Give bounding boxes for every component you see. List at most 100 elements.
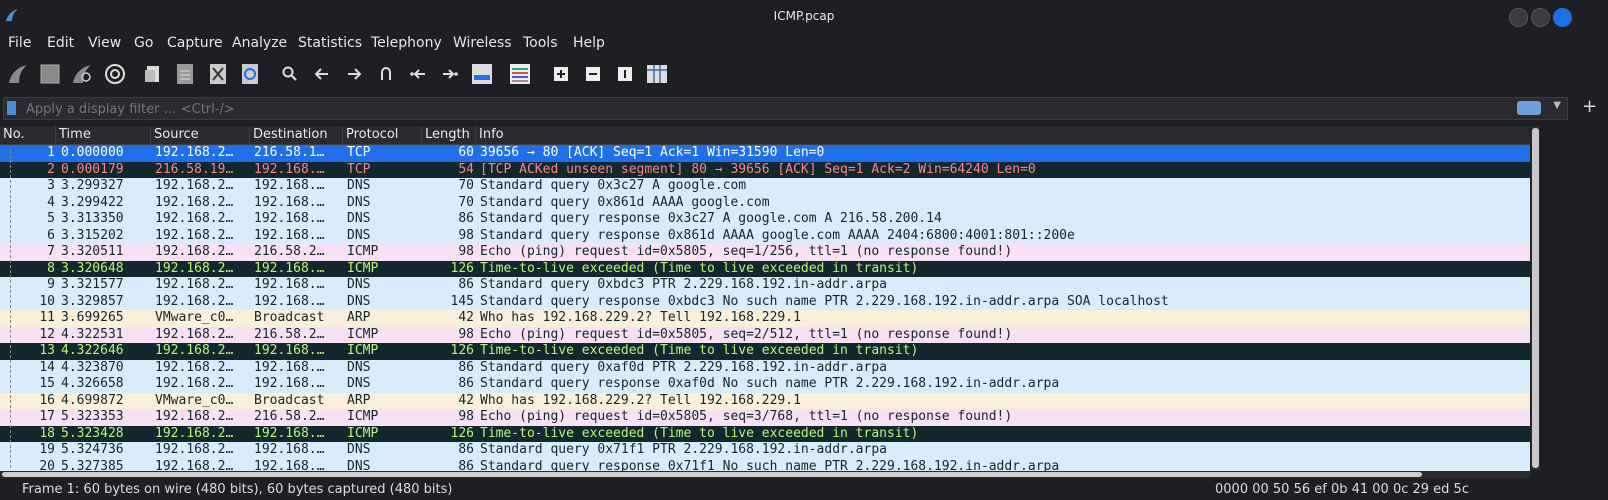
menu-go[interactable]: Go xyxy=(134,35,153,51)
minimize-button[interactable] xyxy=(1509,8,1528,27)
menu-tools[interactable]: Tools xyxy=(523,35,558,51)
packet-source: 192.168.2… xyxy=(155,211,234,226)
menu-wireless[interactable]: Wireless xyxy=(453,35,512,51)
menu-edit[interactable]: Edit xyxy=(47,35,74,51)
packet-protocol: DNS xyxy=(347,277,371,292)
table-row[interactable]: 19 5.324736 192.168.2… 192.168.… DNS 86 Standa… xyxy=(0,442,1530,459)
menu-capture[interactable]: Capture xyxy=(167,35,223,51)
table-row[interactable]: 16 4.699872 VMware_c0… Broadcast ARP 42 Who ha… xyxy=(0,392,1530,409)
table-row[interactable]: 5 3.313350 192.168.2… 192.168.… DNS 86 Standar… xyxy=(0,211,1530,228)
colorize-icon[interactable] xyxy=(508,62,532,86)
packet-no: 3 xyxy=(47,178,55,193)
packet-source: 192.168.2… xyxy=(155,359,234,375)
menu-statistics[interactable]: Statistics xyxy=(298,35,362,51)
zoom-out-icon[interactable] xyxy=(581,62,605,86)
forward-arrow-icon[interactable] xyxy=(342,62,366,86)
table-row[interactable]: 20 5.327385 192.168.2… 192.168.… DNS 86 Standa… xyxy=(0,458,1530,471)
table-row[interactable]: 1 0.000000 192.168.2… 216.58.1… TCP 60 39656 →… xyxy=(0,145,1530,162)
table-row[interactable]: 11 3.699265 VMware_c0… Broadcast ARP 42 Who ha… xyxy=(0,310,1530,327)
packet-info: Standard query response 0xbdc3 No such n… xyxy=(480,293,1169,309)
horizontal-scrollbar[interactable] xyxy=(0,471,1530,478)
packet-destination: 192.168.… xyxy=(254,211,325,226)
packet-destination: 192.168.… xyxy=(254,425,325,441)
status-bar: Frame 1: 60 bytes on wire (480 bits), 60… xyxy=(0,479,1608,500)
table-row[interactable]: 6 3.315202 192.168.2… 192.168.… DNS 98 Standar… xyxy=(0,227,1530,244)
column-header-info[interactable]: Info xyxy=(476,126,1530,144)
autoscroll-icon[interactable] xyxy=(470,62,494,86)
column-header-source[interactable]: Source xyxy=(151,126,250,144)
stop-square-icon[interactable] xyxy=(38,62,62,86)
table-row[interactable]: 2 0.000179 216.58.19… 192.168.… TCP 54 [TCP AC… xyxy=(0,161,1530,178)
last-packet-icon[interactable] xyxy=(438,62,462,86)
vertical-scroll-thumb[interactable] xyxy=(1532,128,1539,468)
column-header-time[interactable]: Time xyxy=(56,126,151,144)
back-arrow-icon[interactable] xyxy=(310,62,334,86)
close-window-button[interactable] xyxy=(1553,8,1572,27)
search-icon[interactable] xyxy=(278,62,302,86)
packet-length: 42 xyxy=(458,392,474,408)
table-row[interactable]: 9 3.321577 192.168.2… 192.168.… DNS 86 Standar… xyxy=(0,277,1530,294)
shark-fin-start-icon[interactable] xyxy=(6,62,30,86)
column-header-protocol[interactable]: Protocol xyxy=(343,126,422,144)
packet-protocol: ICMP xyxy=(347,326,379,342)
horizontal-scroll-thumb[interactable] xyxy=(2,472,1422,477)
packet-time: 3.320648 xyxy=(61,260,124,276)
packet-destination: 216.58.2… xyxy=(254,326,325,342)
restart-fin-icon[interactable] xyxy=(70,62,94,86)
add-filter-button-plus-icon[interactable]: + xyxy=(1582,96,1597,117)
vertical-scrollbar[interactable] xyxy=(1531,126,1540,470)
reload-icon[interactable] xyxy=(238,62,262,86)
first-packet-icon[interactable] xyxy=(406,62,430,86)
menu-view[interactable]: View xyxy=(88,35,121,51)
table-row[interactable]: 13 4.322646 192.168.2… 192.168.… ICMP 126 Time… xyxy=(0,343,1530,360)
packet-info: Standard query 0x3c27 A google.com xyxy=(480,178,747,193)
frame-summary-status: Frame 1: 60 bytes on wire (480 bits), 60… xyxy=(22,482,453,497)
packet-destination: 192.168.… xyxy=(254,442,325,457)
table-row[interactable]: 7 3.320511 192.168.2… 216.58.2… ICMP 98 Echo (… xyxy=(0,244,1530,261)
packet-length: 86 xyxy=(458,359,474,375)
menu-help[interactable]: Help xyxy=(573,35,605,51)
filter-bookmark-icon[interactable] xyxy=(7,101,16,115)
table-row[interactable]: 15 4.326658 192.168.2… 192.168.… DNS 86 Standa… xyxy=(0,376,1530,393)
save-file-icon[interactable] xyxy=(173,62,197,86)
open-file-icon[interactable] xyxy=(141,62,165,86)
table-row[interactable]: 18 5.323428 192.168.2… 192.168.… ICMP 126 Time… xyxy=(0,425,1530,442)
packet-protocol: DNS xyxy=(347,442,371,457)
table-row[interactable]: 14 4.323870 192.168.2… 192.168.… DNS 86 Standa… xyxy=(0,359,1530,376)
menu-file[interactable]: File xyxy=(8,35,31,51)
packet-source: VMware_c0… xyxy=(155,310,234,325)
normal-size-icon[interactable] xyxy=(613,62,637,86)
maximize-button[interactable] xyxy=(1531,8,1550,27)
options-gear-icon[interactable] xyxy=(103,62,127,86)
packet-source: 192.168.2… xyxy=(155,178,234,193)
menu-analyze[interactable]: Analyze xyxy=(232,35,287,51)
filter-dropdown-chevron-icon[interactable]: ▼ xyxy=(1553,100,1561,111)
table-row[interactable]: 17 5.323353 192.168.2… 216.58.2… ICMP 98 Echo … xyxy=(0,409,1530,426)
packet-no: 12 xyxy=(39,326,55,342)
column-header-no[interactable]: No. xyxy=(0,126,56,144)
packet-protocol: ICMP xyxy=(347,260,379,276)
table-row[interactable]: 3 3.299327 192.168.2… 192.168.… DNS 70 Standar… xyxy=(0,178,1530,195)
table-row[interactable]: 12 4.322531 192.168.2… 216.58.2… ICMP 98 Echo … xyxy=(0,326,1530,343)
resize-columns-icon[interactable] xyxy=(645,62,669,86)
column-header-destination[interactable]: Destination xyxy=(250,126,343,144)
menu-bar: File Edit View Go Capture Analyze Statis… xyxy=(0,33,1608,57)
packet-source: 192.168.2… xyxy=(155,260,234,276)
menu-telephony[interactable]: Telephony xyxy=(371,35,442,51)
close-file-icon[interactable] xyxy=(206,62,230,86)
display-filter-bar: ▼ xyxy=(0,95,1608,121)
table-row[interactable]: 10 3.329857 192.168.2… 192.168.… DNS 145 Stand… xyxy=(0,293,1530,310)
column-header-length[interactable]: Length xyxy=(422,126,476,144)
packet-info: Echo (ping) request id=0x5805, seq=3/768… xyxy=(480,409,1013,424)
display-filter-input[interactable] xyxy=(24,99,1488,119)
table-row[interactable]: 8 3.320648 192.168.2… 192.168.… ICMP 126 Time-… xyxy=(0,260,1530,277)
apply-filter-arrow-icon[interactable] xyxy=(1517,101,1541,115)
packet-info: Who has 192.168.229.2? Tell 192.168.229.… xyxy=(480,392,801,408)
go-to-packet-icon[interactable] xyxy=(374,62,398,86)
packet-time: 4.323870 xyxy=(61,359,124,375)
packet-info: Standard query response 0x861d AAAA goog… xyxy=(480,227,1075,243)
packet-protocol: ICMP xyxy=(347,244,379,259)
table-row[interactable]: 4 3.299422 192.168.2… 192.168.… DNS 70 Standar… xyxy=(0,194,1530,211)
zoom-in-icon[interactable] xyxy=(549,62,573,86)
packet-info: Time-to-live exceeded (Time to live exce… xyxy=(480,343,919,358)
